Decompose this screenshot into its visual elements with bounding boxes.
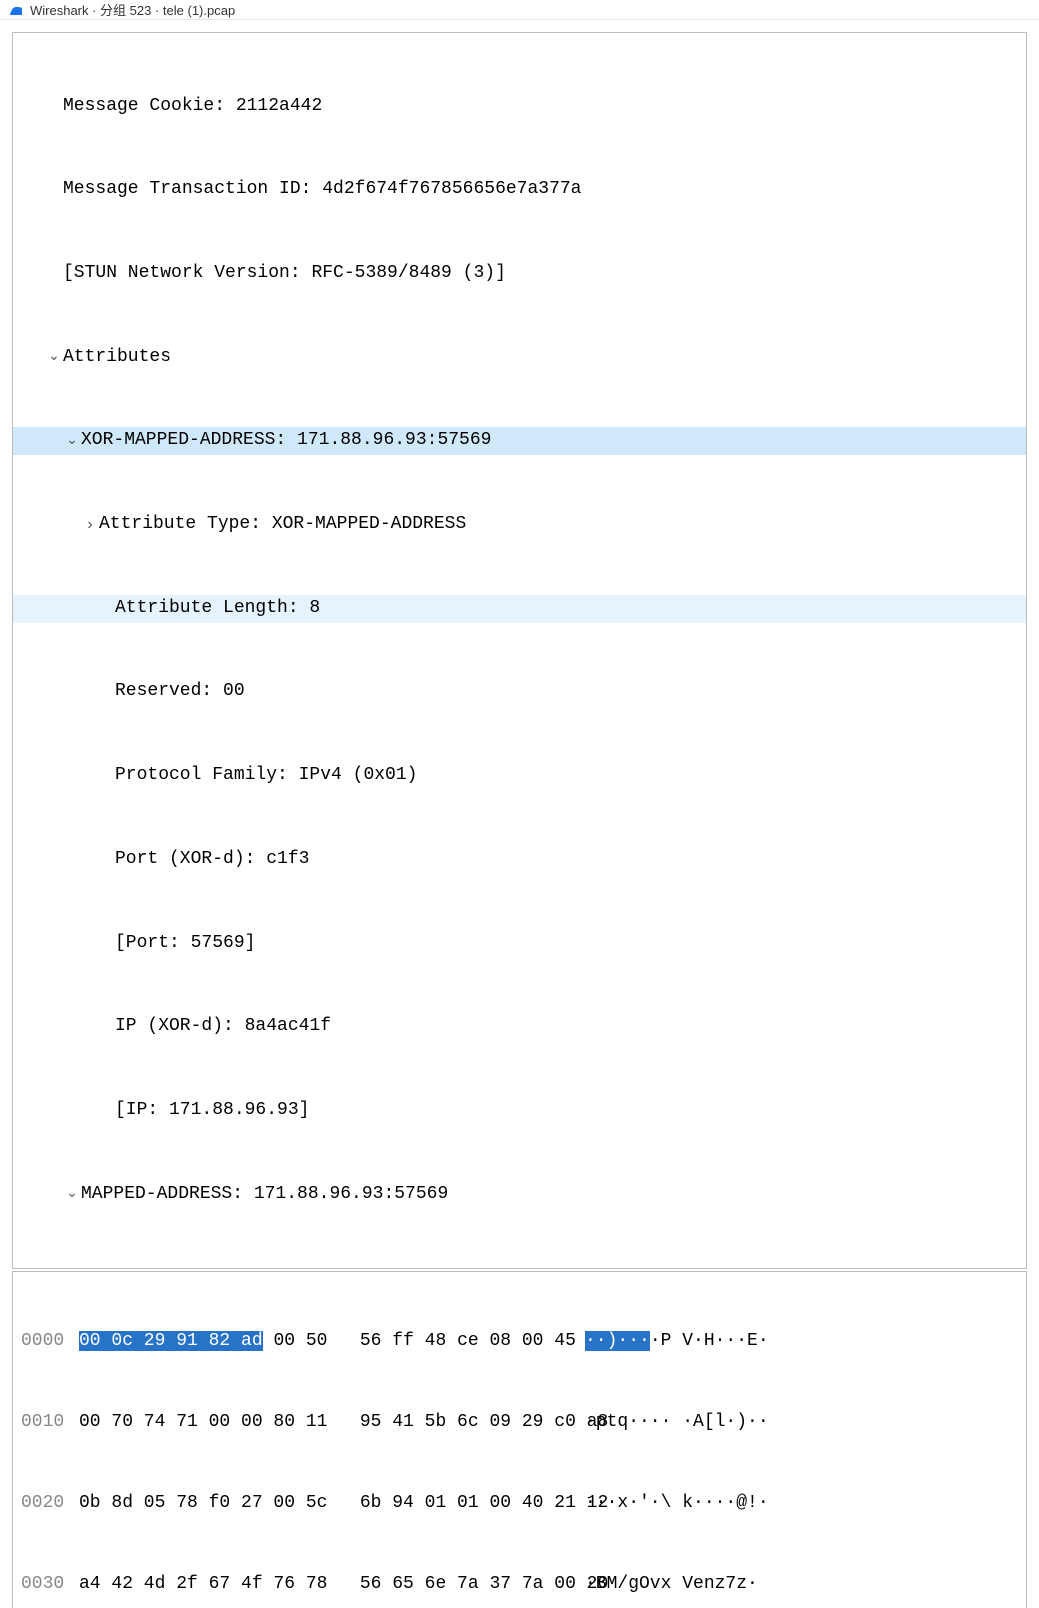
window-title: Wireshark · 分组 523 · tele (1).pcap bbox=[30, 0, 235, 19]
tree-row[interactable]: [IP: 171.88.96.93] bbox=[13, 1097, 1026, 1125]
hex-row[interactable]: 0030 a4 42 4d 2f 67 4f 76 78 56 65 6e 7a… bbox=[21, 1571, 1018, 1598]
hex-offset: 0010 bbox=[21, 1409, 79, 1436]
chevron-down-icon[interactable] bbox=[63, 1184, 81, 1206]
packet-details-tree[interactable]: Message Cookie: 2112a442 Message Transac… bbox=[12, 32, 1027, 1269]
hex-bytes: 0b 8d 05 78 f0 27 00 5c 6b 94 01 01 00 4… bbox=[79, 1490, 549, 1517]
panels: Message Cookie: 2112a442 Message Transac… bbox=[0, 20, 1039, 1608]
hex-row[interactable]: 0010 00 70 74 71 00 00 80 11 95 41 5b 6c… bbox=[21, 1409, 1018, 1436]
titlebar: Wireshark · 分组 523 · tele (1).pcap bbox=[0, 0, 1039, 20]
chevron-down-icon[interactable] bbox=[63, 431, 81, 453]
hex-offset: 0020 bbox=[21, 1490, 79, 1517]
hex-row[interactable]: 0020 0b 8d 05 78 f0 27 00 5c 6b 94 01 01… bbox=[21, 1490, 1018, 1517]
tree-row[interactable]: Message Cookie: 2112a442 bbox=[13, 93, 1026, 121]
hex-offset: 0000 bbox=[21, 1328, 79, 1355]
tree-row[interactable]: [Port: 57569] bbox=[13, 930, 1026, 958]
tree-row[interactable]: Port (XOR-d): c1f3 bbox=[13, 846, 1026, 874]
wireshark-icon bbox=[8, 2, 24, 18]
hex-bytes: 00 0c 29 91 82 ad 00 50 56 ff 48 ce 08 0… bbox=[79, 1328, 549, 1355]
hex-ascii: ·BM/gOvx Venz7z· bbox=[585, 1571, 769, 1598]
hex-ascii: ·ptq···· ·A[l·)·· bbox=[585, 1409, 769, 1436]
tree-row[interactable]: Reserved: 00 bbox=[13, 678, 1026, 706]
hex-dump-pane[interactable]: 0000 00 0c 29 91 82 ad 00 50 56 ff 48 ce… bbox=[12, 1271, 1027, 1608]
tree-row[interactable]: Attribute Type: XOR-MAPPED-ADDRESS bbox=[13, 511, 1026, 539]
hex-bytes: a4 42 4d 2f 67 4f 76 78 56 65 6e 7a 37 7… bbox=[79, 1571, 549, 1598]
hex-bytes: 00 70 74 71 00 00 80 11 95 41 5b 6c 09 2… bbox=[79, 1409, 549, 1436]
tree-row-attributes[interactable]: Attributes bbox=[13, 344, 1026, 372]
tree-row[interactable]: Protocol Family: IPv4 (0x01) bbox=[13, 762, 1026, 790]
hex-ascii: ···x·'·\ k····@!· bbox=[585, 1490, 769, 1517]
tree-row-mapped[interactable]: MAPPED-ADDRESS: 171.88.96.93:57569 bbox=[13, 1181, 1026, 1209]
hex-offset: 0030 bbox=[21, 1571, 79, 1598]
tree-row[interactable]: [STUN Network Version: RFC-5389/8489 (3)… bbox=[13, 260, 1026, 288]
chevron-right-icon[interactable] bbox=[81, 513, 99, 538]
tree-row-attr-len[interactable]: Attribute Length: 8 bbox=[13, 595, 1026, 623]
hex-ascii: ··)····P V·H···E· bbox=[585, 1328, 769, 1355]
tree-row-xor-mapped[interactable]: XOR-MAPPED-ADDRESS: 171.88.96.93:57569 bbox=[13, 427, 1026, 455]
tree-row[interactable]: IP (XOR-d): 8a4ac41f bbox=[13, 1013, 1026, 1041]
hex-row[interactable]: 0000 00 0c 29 91 82 ad 00 50 56 ff 48 ce… bbox=[21, 1328, 1018, 1355]
chevron-down-icon[interactable] bbox=[45, 347, 63, 369]
tree-row[interactable]: Message Transaction ID: 4d2f674f76785665… bbox=[13, 176, 1026, 204]
